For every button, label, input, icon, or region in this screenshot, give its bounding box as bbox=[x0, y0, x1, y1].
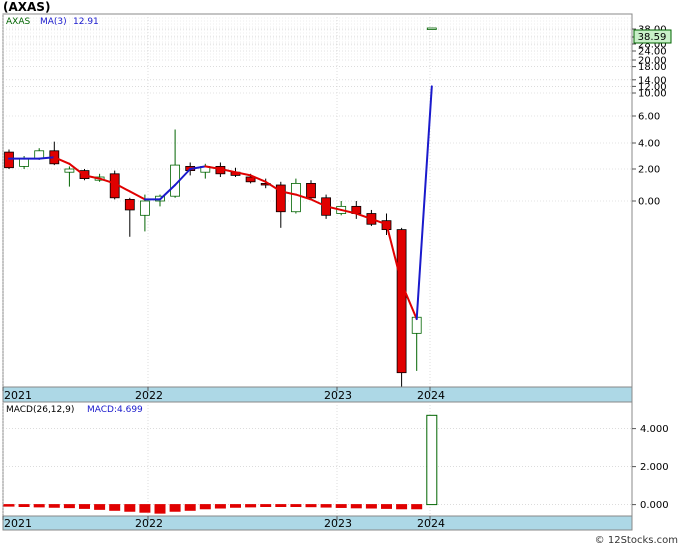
macd-bar bbox=[109, 504, 121, 511]
candle-body bbox=[4, 151, 14, 169]
macd-bar bbox=[139, 504, 151, 513]
price-x-tick-label: 2021 bbox=[4, 389, 32, 402]
macd-tick-label: 4.000 bbox=[640, 424, 669, 435]
macd-bar bbox=[154, 504, 166, 514]
price-x-tick-label: 2022 bbox=[135, 389, 163, 402]
candle bbox=[396, 227, 407, 387]
last-price-label: 38.59 bbox=[638, 32, 667, 43]
macd-bar bbox=[245, 504, 257, 508]
macd-bar bbox=[411, 504, 423, 510]
price-x-axis-band bbox=[2, 386, 633, 403]
legend-ma-value: 12.91 bbox=[73, 17, 99, 27]
price-x-tick-label: 2024 bbox=[417, 389, 445, 402]
macd-x-tick-label: 2022 bbox=[135, 517, 163, 530]
macd-bar bbox=[320, 504, 332, 508]
macd-tick-label: 0.000 bbox=[640, 500, 669, 511]
candle-body bbox=[64, 168, 75, 173]
price-tick-label: 0.00 bbox=[638, 197, 660, 208]
candle-body bbox=[426, 27, 437, 30]
macd-x-axis-band bbox=[2, 515, 633, 531]
macd-bar bbox=[169, 504, 181, 512]
price-tick-label: 6.00 bbox=[638, 112, 660, 123]
candle bbox=[426, 27, 437, 30]
macd-bar bbox=[18, 504, 30, 508]
macd-bar bbox=[335, 504, 347, 508]
macd-bar bbox=[214, 504, 226, 509]
macd-legend-value: MACD:4.699 bbox=[87, 405, 143, 415]
candle bbox=[306, 180, 316, 200]
macd-bar bbox=[305, 504, 317, 508]
price-panel bbox=[2, 13, 633, 388]
price-legend: AXAS MA(3) 12.91 bbox=[6, 17, 99, 27]
macd-bar bbox=[260, 504, 272, 508]
macd-bar bbox=[33, 504, 45, 508]
macd-bar bbox=[199, 504, 211, 510]
macd-bar bbox=[3, 504, 15, 507]
price-tick-label: 2.00 bbox=[638, 165, 660, 176]
price-tick-label: 10.00 bbox=[638, 89, 667, 100]
credit-label: © 12Stocks.com bbox=[595, 535, 678, 546]
macd-bar bbox=[365, 504, 377, 509]
macd-x-tick-label: 2023 bbox=[324, 517, 352, 530]
macd-y-axis: 4.000 2.000 0.000 bbox=[632, 424, 669, 511]
macd-x-tick-label: 2024 bbox=[417, 517, 445, 530]
macd-bar bbox=[290, 504, 302, 508]
macd-bar bbox=[94, 504, 106, 510]
macd-bar bbox=[275, 504, 287, 508]
price-tick-label: 4.00 bbox=[638, 139, 660, 150]
legend-ma-label: MA(3) bbox=[40, 17, 67, 27]
ma-segment bbox=[38, 156, 56, 160]
candle-body bbox=[19, 158, 30, 167]
macd-bar bbox=[381, 504, 392, 509]
macd-legend-label: MACD(26,12,9) bbox=[6, 405, 74, 415]
candle-body bbox=[396, 229, 407, 374]
price-x-tick-label: 2023 bbox=[324, 389, 352, 402]
macd-bar bbox=[426, 414, 438, 506]
candle-body bbox=[290, 182, 301, 213]
macd-bar bbox=[396, 504, 408, 510]
candle-body bbox=[124, 198, 135, 211]
macd-panel bbox=[2, 401, 633, 517]
macd-bar bbox=[79, 504, 90, 509]
macd-bar bbox=[184, 504, 196, 511]
price-tick-label: 18.00 bbox=[638, 62, 667, 73]
macd-bar bbox=[63, 504, 75, 509]
price-y-axis: 38.0032.0028.0024.0020.0018.0014.0012.00… bbox=[632, 25, 667, 208]
legend-ticker: AXAS bbox=[6, 17, 30, 27]
macd-x-tick-label: 2021 bbox=[4, 517, 32, 530]
macd-tick-label: 2.000 bbox=[640, 462, 669, 473]
candle-body bbox=[306, 182, 316, 199]
macd-bar bbox=[350, 504, 362, 509]
macd-bar bbox=[48, 504, 60, 508]
candle-body bbox=[139, 200, 150, 216]
macd-bar bbox=[230, 504, 241, 508]
macd-bar bbox=[124, 504, 136, 512]
chart-title: (AXAS) bbox=[3, 0, 50, 14]
stock-chart: (AXAS) 38.0032.0028.0024.0020.0018.0014.… bbox=[2, 0, 678, 546]
